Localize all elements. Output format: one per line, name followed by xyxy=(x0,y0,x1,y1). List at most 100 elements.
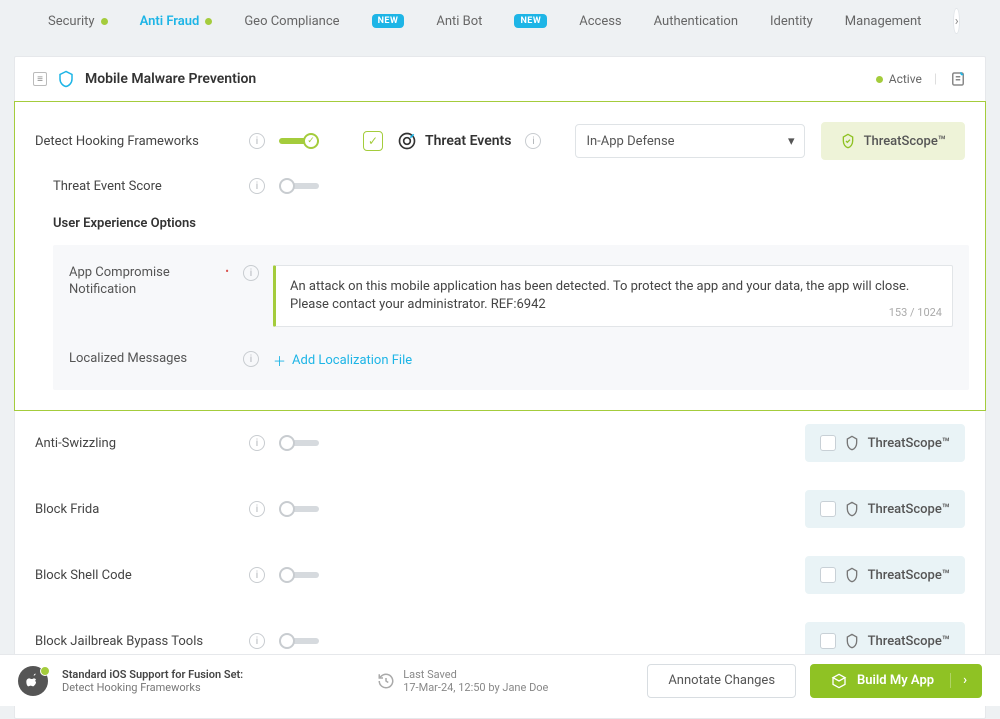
chevron-down-icon: ▾ xyxy=(788,134,795,149)
checkbox-icon xyxy=(820,501,836,517)
char-count: 153 / 1024 xyxy=(889,305,942,320)
threat-events-label: Threat Events xyxy=(425,133,511,149)
localized-row: Localized Messages i ＋ Add Localization … xyxy=(69,351,953,370)
panel-header: ≡ Mobile Malware Prevention Active | xyxy=(15,57,985,102)
collapse-icon[interactable]: ≡ xyxy=(33,72,47,86)
status-label: Active xyxy=(889,72,922,86)
threat-events-check[interactable]: ✓ xyxy=(363,131,383,151)
plus-icon: ＋ xyxy=(273,351,286,370)
tab-identity[interactable]: Identity xyxy=(770,14,813,29)
notification-textarea[interactable]: An attack on this mobile application has… xyxy=(273,265,953,327)
tab-label: Authentication xyxy=(654,14,738,29)
detect-label: Detect Hooking Frameworks xyxy=(35,134,235,149)
localized-label: Localized Messages xyxy=(69,351,187,368)
threatscope-pill[interactable]: ThreatScope™ xyxy=(805,556,965,594)
shield-icon xyxy=(844,567,860,583)
notes-icon[interactable] xyxy=(949,70,967,88)
tabs-scroll-right[interactable]: › xyxy=(953,8,960,34)
checkbox-icon xyxy=(820,435,836,451)
threatscope-pill[interactable]: ThreatScope™ xyxy=(805,424,965,462)
defense-select[interactable]: In-App Defense ▾ xyxy=(575,124,805,158)
notification-label: App Compromise Notification xyxy=(69,265,217,299)
footer-title: Standard iOS Support for Fusion Set: xyxy=(62,668,243,681)
footer-text: Standard iOS Support for Fusion Set: Det… xyxy=(62,668,243,694)
build-label: Build My App xyxy=(857,673,934,688)
shield-icon xyxy=(57,70,75,88)
saved-label: Last Saved xyxy=(403,668,548,681)
shield-check-icon xyxy=(840,133,856,149)
last-saved: Last Saved 17-Mar-24, 12:50 by Jane Doe xyxy=(377,668,548,694)
annotate-changes-button[interactable]: Annotate Changes xyxy=(647,664,796,698)
tab-label: Security xyxy=(48,14,95,29)
score-row: Threat Event Score i xyxy=(15,166,985,206)
annotate-label: Annotate Changes xyxy=(668,673,775,688)
threatscope-label: ThreatScope™ xyxy=(868,502,950,517)
threatscope-pill[interactable]: ThreatScope™ xyxy=(805,490,965,528)
block-jailbreak-toggle[interactable] xyxy=(279,633,319,649)
tab-label: Management xyxy=(845,14,922,29)
info-icon[interactable]: i xyxy=(243,265,259,281)
add-localization-link[interactable]: ＋ Add Localization File xyxy=(273,351,412,370)
footer-bar: Standard iOS Support for Fusion Set: Det… xyxy=(0,654,1000,706)
block-shell-code-row: Block Shell Code i ThreatScope™ xyxy=(15,542,985,608)
cube-icon xyxy=(831,673,847,689)
ux-options-heading: User Experience Options xyxy=(15,206,985,237)
checkbox-icon xyxy=(820,633,836,649)
shield-icon xyxy=(844,633,860,649)
score-toggle[interactable] xyxy=(279,178,319,194)
info-icon[interactable]: i xyxy=(249,633,265,649)
chevron-right-icon: › xyxy=(955,14,959,29)
ux-options-box: App Compromise Notification • i An attac… xyxy=(53,245,969,390)
status-dot-icon xyxy=(876,76,883,83)
tab-geo-compliance[interactable]: Geo Compliance xyxy=(244,14,339,29)
notification-row: App Compromise Notification • i An attac… xyxy=(69,265,953,327)
status-dot-icon xyxy=(205,18,212,25)
tab-authentication[interactable]: Authentication xyxy=(654,14,738,29)
row-label: Anti-Swizzling xyxy=(35,436,235,451)
history-icon xyxy=(377,672,395,690)
notification-text: An attack on this mobile application has… xyxy=(290,279,909,312)
tab-label: Access xyxy=(579,14,621,29)
row-label: Block Frida xyxy=(35,502,235,517)
threat-events-heading: Threat Events xyxy=(397,131,511,151)
shield-icon xyxy=(844,501,860,517)
build-my-app-button[interactable]: Build My App › xyxy=(810,664,982,698)
tab-label: Anti Bot xyxy=(436,14,482,29)
status-dot-icon xyxy=(101,18,108,25)
apple-icon xyxy=(18,666,48,696)
threatscope-button[interactable]: ThreatScope™ xyxy=(821,122,965,160)
tab-access[interactable]: Access xyxy=(579,14,621,29)
tab-security[interactable]: Security xyxy=(48,14,108,29)
anti-swizzling-toggle[interactable] xyxy=(279,435,319,451)
anti-swizzling-row: Anti-Swizzling i ThreatScope™ xyxy=(15,410,985,476)
row-label: Block Shell Code xyxy=(35,568,235,583)
block-frida-row: Block Frida i ThreatScope™ xyxy=(15,476,985,542)
add-localization-label: Add Localization File xyxy=(292,353,412,368)
status-active: Active xyxy=(876,72,922,86)
tab-label: Geo Compliance xyxy=(244,14,339,29)
info-icon[interactable]: i xyxy=(249,435,265,451)
tab-label: Anti Fraud xyxy=(140,14,200,29)
info-icon[interactable]: i xyxy=(249,133,265,149)
detect-toggle[interactable]: ✓ xyxy=(279,133,319,149)
select-value: In-App Defense xyxy=(586,134,674,149)
tab-anti-fraud[interactable]: Anti Fraud xyxy=(140,14,213,29)
tab-label: Identity xyxy=(770,14,813,29)
threatscope-label: ThreatScope™ xyxy=(868,634,950,649)
footer-subtitle: Detect Hooking Frameworks xyxy=(62,681,243,694)
detect-row: Detect Hooking Frameworks i ✓ ✓ Threat E… xyxy=(15,102,985,166)
info-icon[interactable]: i xyxy=(243,351,259,367)
threatscope-label: ThreatScope™ xyxy=(868,568,950,583)
protection-panel: ≡ Mobile Malware Prevention Active | Det… xyxy=(14,56,986,719)
block-shell-code-toggle[interactable] xyxy=(279,567,319,583)
info-icon[interactable]: i xyxy=(249,567,265,583)
tab-management[interactable]: Management xyxy=(845,14,922,29)
info-icon[interactable]: i xyxy=(249,178,265,194)
panel-title: Mobile Malware Prevention xyxy=(85,71,256,87)
info-icon[interactable]: i xyxy=(249,501,265,517)
shield-icon xyxy=(844,435,860,451)
block-frida-toggle[interactable] xyxy=(279,501,319,517)
info-icon[interactable]: i xyxy=(525,133,541,149)
tab-anti-bot[interactable]: Anti Bot xyxy=(436,14,482,29)
highlighted-section: Detect Hooking Frameworks i ✓ ✓ Threat E… xyxy=(14,101,986,411)
